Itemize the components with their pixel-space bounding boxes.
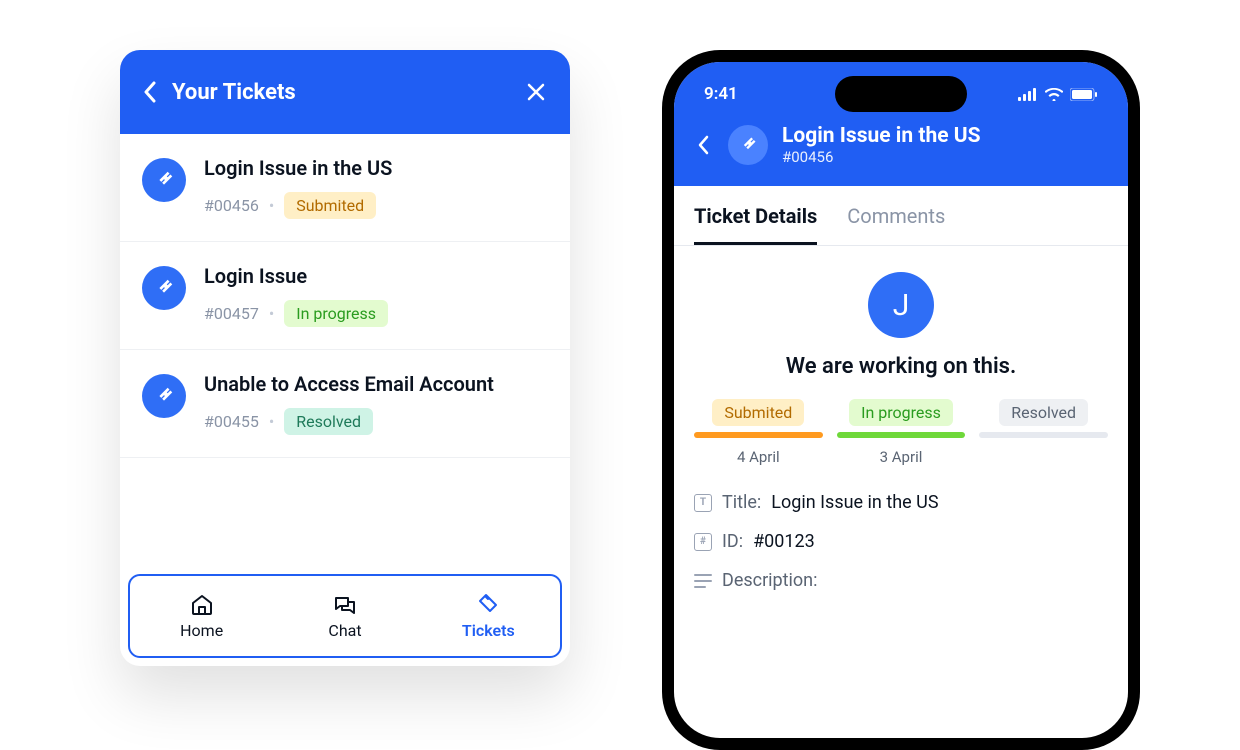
- ticket-id: #00456: [204, 196, 259, 215]
- separator-dot: •: [269, 412, 274, 431]
- separator-dot: •: [269, 196, 274, 215]
- phone-frame: 9:41 Login Issue in the US #00456: [662, 50, 1140, 750]
- bottom-tabbar: Home Chat Tickets: [128, 574, 562, 658]
- phone-back-icon[interactable]: [692, 131, 714, 159]
- ticket-id: #00455: [204, 412, 259, 431]
- stage-inprogress: In progress 3 April: [837, 399, 966, 466]
- ticket-id: #00457: [204, 304, 259, 323]
- phone-screen: 9:41 Login Issue in the US #00456: [674, 62, 1128, 738]
- status-badge: Submited: [284, 192, 376, 219]
- status-time: 9:41: [704, 84, 738, 104]
- stage-resolved: Resolved: [979, 399, 1108, 466]
- wifi-icon: [1045, 88, 1063, 101]
- stage-date: 3 April: [880, 448, 923, 466]
- detail-value: Login Issue in the US: [771, 492, 938, 513]
- tab-comments[interactable]: Comments: [847, 204, 945, 245]
- back-icon[interactable]: [140, 78, 160, 106]
- description-icon: [694, 572, 712, 590]
- stage-bar: [694, 432, 823, 438]
- ticket-icon: [142, 158, 186, 202]
- stage-badge: Submited: [712, 399, 804, 426]
- cellular-icon: [1018, 88, 1038, 101]
- stage-bar: [837, 432, 966, 438]
- detail-label: ID:: [722, 531, 743, 552]
- tickets-widget: Your Tickets Login Issue in the US #0045…: [120, 50, 570, 666]
- title-icon: T: [694, 494, 712, 512]
- status-badge: Resolved: [284, 408, 373, 435]
- ticket-row[interactable]: Login Issue in the US #00456 • Submited: [120, 134, 570, 242]
- phone-content: J We are working on this. Submited 4 Apr…: [674, 246, 1128, 611]
- ticket-icon: [728, 125, 768, 165]
- phone-header-id: #00456: [782, 148, 981, 166]
- phone-header-title: Login Issue in the US: [782, 124, 981, 148]
- id-icon: #: [694, 533, 712, 551]
- avatar: J: [868, 272, 934, 338]
- progress-stages: Submited 4 April In progress 3 April Res…: [694, 399, 1108, 466]
- tab-label: Home: [180, 621, 223, 640]
- ticket-icon: [142, 374, 186, 418]
- phone-header: Login Issue in the US #00456: [674, 114, 1128, 186]
- tab-label: Chat: [328, 621, 361, 640]
- detail-list: T Title: Login Issue in the US # ID: #00…: [694, 492, 1108, 591]
- ticket-row[interactable]: Login Issue #00457 • In progress: [120, 242, 570, 350]
- ticket-list: Login Issue in the US #00456 • Submited …: [120, 134, 570, 566]
- detail-value: #00123: [753, 531, 815, 552]
- close-icon[interactable]: [522, 78, 550, 106]
- detail-title-row: T Title: Login Issue in the US: [694, 492, 1108, 513]
- status-message: We are working on this.: [694, 354, 1108, 379]
- detail-label: Description:: [722, 570, 817, 591]
- tab-chat[interactable]: Chat: [273, 576, 416, 656]
- widget-title: Your Tickets: [172, 80, 510, 105]
- battery-icon: [1070, 88, 1098, 101]
- stage-badge: In progress: [849, 399, 953, 426]
- ticket-row[interactable]: Unable to Access Email Account #00455 • …: [120, 350, 570, 458]
- ticket-title: Unable to Access Email Account: [204, 372, 550, 396]
- tab-label: Tickets: [462, 621, 515, 640]
- stage-date: 4 April: [737, 448, 780, 466]
- phone-tabs: Ticket Details Comments: [674, 186, 1128, 246]
- stage-bar: [979, 432, 1108, 438]
- ticket-title: Login Issue in the US: [204, 156, 550, 180]
- stage-submited: Submited 4 April: [694, 399, 823, 466]
- stage-badge: Resolved: [999, 399, 1088, 426]
- tab-ticket-details[interactable]: Ticket Details: [694, 204, 817, 245]
- status-badge: In progress: [284, 300, 388, 327]
- tab-tickets[interactable]: Tickets: [417, 576, 560, 656]
- tab-home[interactable]: Home: [130, 576, 273, 656]
- separator-dot: •: [269, 304, 274, 323]
- dynamic-island: [835, 76, 967, 112]
- widget-header: Your Tickets: [120, 50, 570, 134]
- detail-desc-row: Description:: [694, 570, 1108, 591]
- ticket-icon: [142, 266, 186, 310]
- detail-label: Title:: [722, 492, 761, 513]
- ticket-title: Login Issue: [204, 264, 550, 288]
- detail-id-row: # ID: #00123: [694, 531, 1108, 552]
- status-icons: [1018, 88, 1098, 101]
